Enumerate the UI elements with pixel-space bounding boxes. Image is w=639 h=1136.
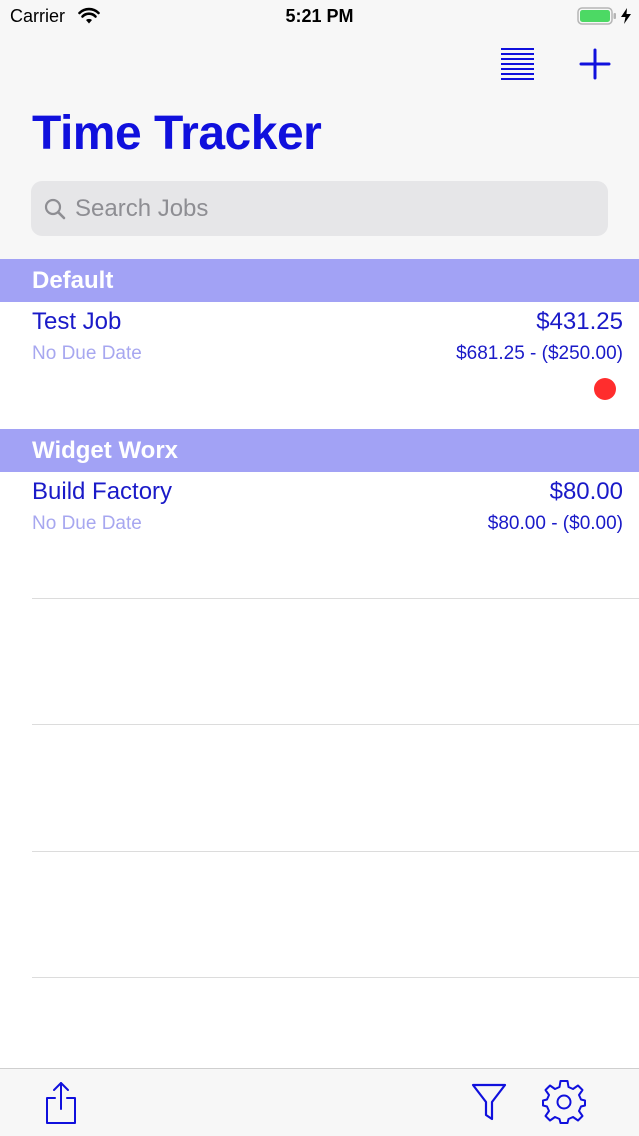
row-separator [32,724,639,725]
search-bar[interactable] [31,181,608,236]
battery-icon [577,7,616,25]
screen: Carrier 5:21 PM Time Tracker Search Jobs… [0,0,639,1136]
job-due-date: No Due Date [32,343,142,364]
section-header-widget-worx: Widget Worx [0,429,639,472]
row-separator [32,851,639,852]
share-icon[interactable] [44,1081,78,1125]
row-separator [32,977,639,978]
status-bar: Carrier 5:21 PM [0,0,639,34]
alert-dot-icon [594,378,616,400]
search-input[interactable] [75,181,595,236]
status-time: 5:21 PM [285,6,354,26]
filter-icon[interactable] [471,1082,507,1122]
job-row[interactable]: Build Factory No Due Date $80.00 $80.00 … [0,472,639,598]
bottom-toolbar [0,1068,639,1136]
page-title: Time Tracker [32,107,322,160]
job-total: $431.25 [536,308,623,335]
job-name: Build Factory [32,478,173,505]
header-area: Carrier 5:21 PM Time Tracker Search Jobs [0,0,639,259]
charging-icon [621,8,631,24]
job-total: $80.00 [549,478,623,505]
add-icon[interactable] [578,47,612,81]
search-icon [44,198,66,220]
job-row[interactable]: Test Job No Due Date $431.25 $681.25 - (… [0,302,639,429]
section-header-default: Default [0,259,639,302]
row-separator [32,598,639,599]
job-name: Test Job [32,308,122,335]
section-header-label: Default [32,267,114,294]
section-header-label: Widget Worx [32,437,179,464]
settings-icon[interactable] [541,1079,587,1125]
list-icon[interactable] [499,46,536,83]
job-breakdown: $681.25 - ($250.00) [456,343,623,364]
job-breakdown: $80.00 - ($0.00) [487,513,623,534]
job-due-date: No Due Date [32,513,142,534]
